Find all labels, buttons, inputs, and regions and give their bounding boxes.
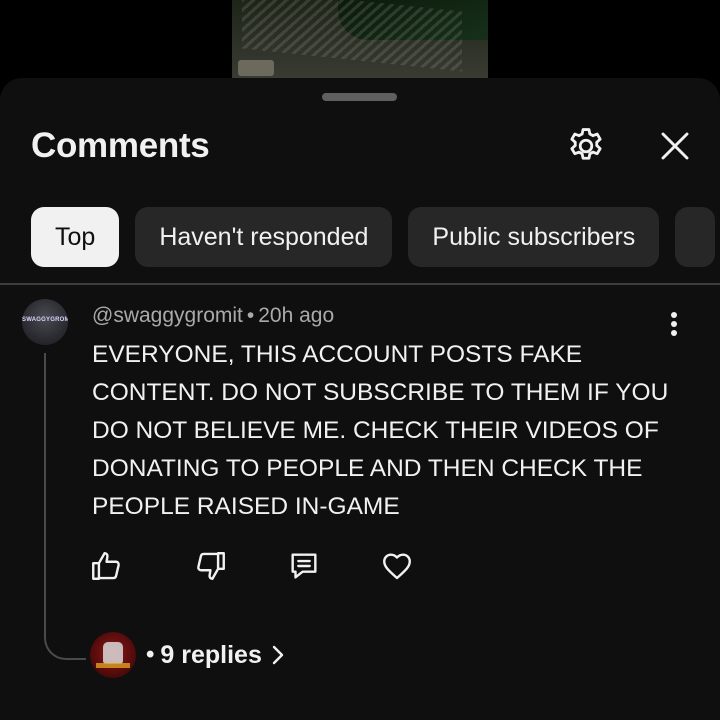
heart-button[interactable] bbox=[375, 544, 419, 588]
meta-separator: • bbox=[246, 304, 255, 327]
panel-title: Comments bbox=[31, 126, 210, 165]
video-player-peek bbox=[232, 0, 488, 78]
video-keyboard-texture bbox=[242, 0, 462, 72]
thumbs-up-icon bbox=[92, 552, 120, 580]
view-replies-button[interactable]: • 9 replies bbox=[90, 632, 286, 678]
drag-handle[interactable] bbox=[322, 93, 397, 101]
close-icon bbox=[661, 132, 689, 160]
filter-chips: Top Haven't responded Public subscribers bbox=[31, 207, 720, 267]
chip-top[interactable]: Top bbox=[31, 207, 120, 267]
settings-button[interactable] bbox=[562, 122, 610, 170]
divider bbox=[0, 283, 720, 285]
chip-overflow[interactable] bbox=[675, 207, 716, 267]
comments-panel: Comments Top Haven't responded Public su… bbox=[0, 78, 720, 720]
comment-meta: @swaggygromit • 20h ago bbox=[92, 304, 334, 328]
thread-line bbox=[44, 353, 86, 660]
avatar[interactable]: SWAGGYGROMIT bbox=[22, 299, 68, 345]
comment-author[interactable]: @swaggygromit bbox=[92, 304, 243, 327]
chip-public-subscribers[interactable]: Public subscribers bbox=[408, 207, 660, 267]
dislike-button[interactable] bbox=[189, 544, 233, 588]
reply-avatar bbox=[90, 632, 136, 678]
chip-havent-responded[interactable]: Haven't responded bbox=[135, 207, 393, 267]
replies-separator: • bbox=[146, 641, 155, 668]
heart-icon bbox=[383, 553, 411, 580]
close-button[interactable] bbox=[651, 122, 699, 170]
video-key-shape bbox=[238, 60, 274, 76]
replies-count: 9 replies bbox=[160, 640, 262, 669]
comment-text: EVERYONE, THIS ACCOUNT POSTS FAKE CONTEN… bbox=[92, 341, 669, 520]
avatar-text: SWAGGYGROMIT bbox=[22, 317, 68, 323]
reply-avatar-figure bbox=[103, 642, 123, 664]
reply-button[interactable] bbox=[282, 544, 326, 588]
more-vert-icon bbox=[671, 312, 677, 336]
gear-icon bbox=[570, 128, 602, 160]
like-button[interactable] bbox=[84, 544, 128, 588]
thumbs-down-icon bbox=[197, 552, 225, 580]
reply-avatar-band bbox=[96, 663, 130, 668]
reply-icon bbox=[291, 553, 317, 579]
comment-time: 20h ago bbox=[258, 304, 335, 327]
chevron-right-icon bbox=[270, 643, 286, 667]
